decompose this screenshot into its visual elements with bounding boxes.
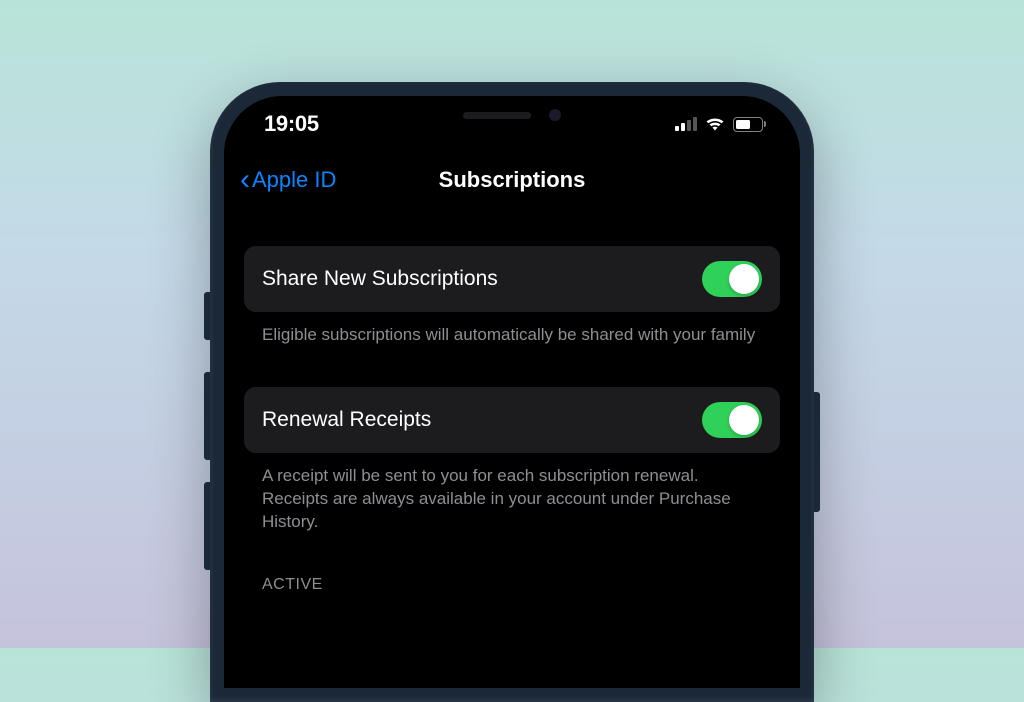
phone-screen: 19:05 <box>224 96 800 688</box>
renewal-receipts-toggle[interactable] <box>702 402 762 438</box>
cellular-signal-icon <box>675 117 697 131</box>
renewal-receipts-row: Renewal Receipts <box>244 387 780 453</box>
active-section-header: ACTIVE <box>244 576 780 594</box>
device-notch <box>377 96 647 134</box>
back-label: Apple ID <box>252 167 336 193</box>
settings-content: Share New Subscriptions Eligible subscri… <box>224 208 800 594</box>
toggle-knob <box>729 264 759 294</box>
wifi-icon <box>704 116 726 132</box>
share-subscriptions-row: Share New Subscriptions <box>244 246 780 312</box>
share-subscriptions-label: Share New Subscriptions <box>262 267 498 291</box>
phone-device-frame: 19:05 <box>210 82 814 702</box>
share-subscriptions-toggle[interactable] <box>702 261 762 297</box>
status-indicators <box>675 116 766 132</box>
toggle-knob <box>729 405 759 435</box>
battery-icon <box>733 117 766 132</box>
speaker-grille <box>463 112 531 119</box>
navigation-bar: ‹ Apple ID Subscriptions <box>224 152 800 208</box>
status-time: 19:05 <box>264 111 319 137</box>
page-title: Subscriptions <box>439 167 586 193</box>
side-button <box>814 392 820 512</box>
renewal-receipts-label: Renewal Receipts <box>262 408 431 432</box>
renewal-receipts-footer: A receipt will be sent to you for each s… <box>244 453 780 534</box>
front-camera <box>549 109 561 121</box>
back-button[interactable]: ‹ Apple ID <box>240 165 336 195</box>
chevron-left-icon: ‹ <box>240 165 250 195</box>
share-subscriptions-footer: Eligible subscriptions will automaticall… <box>244 312 780 347</box>
